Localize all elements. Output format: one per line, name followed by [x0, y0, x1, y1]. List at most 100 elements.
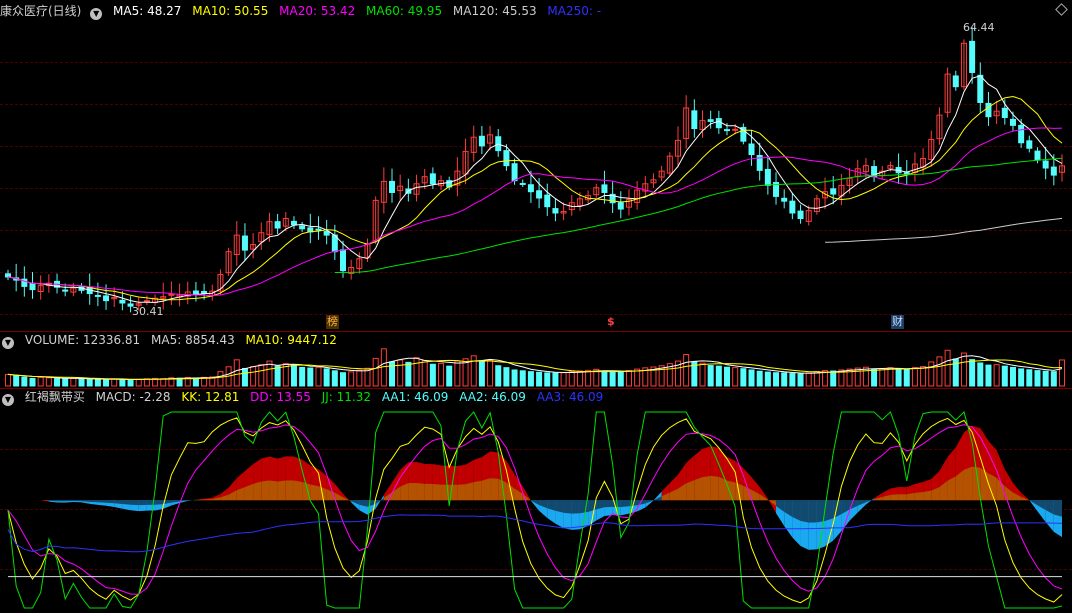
candle-body — [29, 283, 36, 291]
volume-bar — [405, 361, 412, 387]
volume-bar — [601, 370, 608, 387]
ribbon-inner-band — [914, 492, 924, 501]
volume-bar — [977, 362, 984, 387]
volume-bar — [446, 365, 453, 387]
ribbon-inner-band — [285, 480, 294, 501]
candle-body — [315, 228, 322, 231]
ribbon-inner-band — [122, 500, 131, 505]
candle-body — [1001, 107, 1008, 118]
volume-bar — [707, 365, 714, 387]
ribbon-inner-band — [138, 500, 147, 506]
ribbon-inner-band — [130, 500, 139, 506]
ribbon-inner-band — [416, 483, 425, 501]
candle-body — [527, 184, 534, 193]
candle-body — [1050, 166, 1057, 176]
volume-bar — [45, 377, 52, 387]
volume-bar — [928, 361, 935, 387]
candle-body — [143, 300, 150, 303]
ribbon-inner-band — [261, 480, 270, 501]
volume-bar — [1059, 359, 1065, 387]
ribbon-inner-band — [555, 500, 564, 513]
ribbon-inner-band — [424, 483, 433, 501]
candle-body — [552, 208, 559, 214]
chevron-down-icon[interactable]: ▼ — [2, 337, 14, 349]
candle-body — [748, 143, 755, 156]
candle-body — [5, 273, 11, 278]
candle-body — [274, 221, 281, 229]
candle-body — [503, 150, 510, 167]
candle-body — [601, 184, 608, 193]
ribbon-inner-band — [408, 483, 417, 501]
volume-bar — [29, 377, 36, 387]
volume-bar — [339, 372, 346, 387]
candle-body — [429, 173, 436, 185]
volume-bar — [70, 377, 77, 387]
candle-body — [119, 299, 126, 304]
volume-bar — [560, 372, 567, 387]
volume-bar — [397, 359, 404, 387]
candle-body — [1018, 124, 1025, 144]
ribbon-inner-band — [890, 494, 899, 501]
volume-bar — [511, 369, 518, 387]
volume-bar — [299, 366, 306, 387]
volume-bar — [936, 356, 943, 387]
volume-ma5-label: MA5: 8854.43 — [151, 333, 235, 347]
ribbon-inner-band — [898, 494, 907, 501]
candle-body — [764, 168, 771, 186]
ribbon-inner-band — [727, 480, 736, 501]
volume-bar — [781, 372, 788, 387]
ribbon-inner-band — [923, 490, 932, 501]
candle-body — [290, 220, 297, 226]
ribbon-inner-band — [490, 478, 499, 501]
candle-body — [903, 172, 910, 175]
ribbon-inner-band — [963, 466, 973, 501]
volume-bar — [683, 354, 690, 387]
volume-bar — [1018, 368, 1025, 387]
volume-bar — [789, 373, 796, 387]
volume-bar — [478, 360, 485, 387]
candle-body — [536, 190, 543, 199]
candle-body — [478, 135, 485, 147]
candle-body — [724, 129, 731, 132]
volume-bar — [86, 378, 93, 387]
volume-bar — [617, 371, 624, 387]
ribbon-inner-band — [97, 500, 107, 503]
ribbon-inner-band — [808, 500, 817, 523]
volume-bar — [250, 366, 257, 387]
ma20-line — [7, 127, 1063, 297]
volume-bar — [871, 369, 878, 387]
jj-line — [7, 411, 1063, 609]
ribbon-inner-band — [57, 500, 66, 502]
candle-body — [103, 295, 110, 302]
volume-bar — [985, 364, 992, 387]
volume-bar — [307, 367, 314, 387]
volume-bar — [944, 349, 951, 387]
ribbon-inner-band — [457, 484, 466, 501]
volume-label: VOLUME: 12336.81 — [24, 333, 141, 347]
ribbon-inner-band — [277, 480, 286, 501]
volume-bar — [748, 369, 755, 387]
aa2-label: AA2: 46.09 — [459, 390, 526, 404]
volume-bar — [438, 362, 445, 387]
volume-bar — [1050, 371, 1057, 387]
volume-bar — [1001, 365, 1008, 387]
volume-bar — [699, 362, 706, 387]
volume-bar — [217, 371, 224, 387]
ribbon-inner-band — [155, 500, 164, 505]
ribbon-inner-band — [604, 500, 613, 508]
ribbon-inner-band — [269, 480, 278, 501]
volume-bar — [552, 372, 559, 387]
price-legend: 康众医疗(日线) ▼ MA5: 48.27 MA10: 50.55 MA20: … — [0, 3, 608, 20]
candle-body — [1026, 140, 1033, 149]
chevron-down-icon[interactable]: ▼ — [2, 394, 14, 406]
volume-bar — [421, 359, 428, 387]
candle-body — [732, 128, 739, 131]
candle-body — [707, 119, 714, 122]
candle-body — [1009, 118, 1016, 126]
jj-label: JJ: 11.32 — [321, 390, 371, 404]
volume-bar — [78, 378, 85, 387]
candle-body — [977, 74, 984, 103]
volume-bar — [969, 359, 976, 387]
chevron-down-icon[interactable]: ▼ — [90, 8, 103, 20]
volume-bar — [805, 372, 812, 387]
